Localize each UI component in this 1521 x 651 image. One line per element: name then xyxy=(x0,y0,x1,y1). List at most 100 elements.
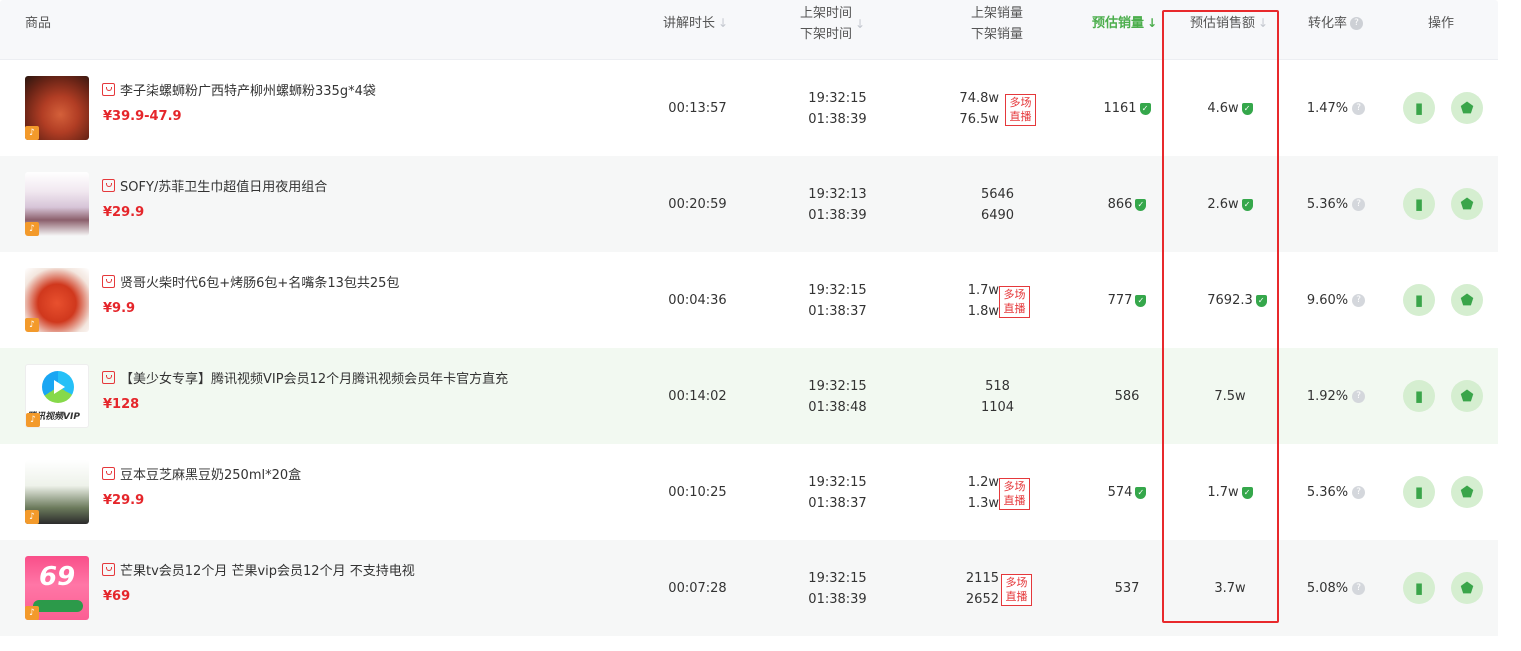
shopping-bag-icon: ⬟ xyxy=(1460,291,1474,309)
conversion-rate: 5.08%? xyxy=(1300,578,1372,599)
product-table: 商品 讲解时长 ↓ 上架时间 下架时间 ↓ 上架销量 下架销量 预估销量 ↓ 预估销… xyxy=(0,0,1498,636)
product-thumbnail[interactable]: 69 ♪ xyxy=(25,556,89,620)
shopping-bag-icon: ⬟ xyxy=(1460,99,1474,117)
shop-button[interactable]: ⬟ xyxy=(1451,188,1483,220)
product-name[interactable]: 李子柒螺蛳粉广西特产柳州螺蛳粉335g*4袋 xyxy=(120,84,376,100)
shop-button[interactable]: ⬟ xyxy=(1451,572,1483,604)
product-name[interactable]: 豆本豆芝麻黑豆奶250ml*20盒 xyxy=(120,468,301,484)
goods-tag-icon xyxy=(102,563,115,576)
goods-tag-icon xyxy=(102,179,115,192)
shelf-time: 19:32:15 01:38:37 xyxy=(808,283,867,319)
est-sales: 777 ✓ xyxy=(1092,290,1162,311)
chart-button[interactable]: ▮ xyxy=(1403,380,1435,412)
shop-button[interactable]: ⬟ xyxy=(1451,284,1483,316)
bar-chart-icon: ▮ xyxy=(1414,291,1424,309)
est-sales: 537 xyxy=(1114,581,1140,596)
product-name[interactable]: 【美少女专享】腾讯视频VIP会员12个月腾讯视频会员年卡官方直充 xyxy=(120,372,508,388)
duration: 00:07:28 xyxy=(668,581,727,596)
mic-icon: ♪ xyxy=(25,510,39,524)
help-icon[interactable]: ? xyxy=(1350,17,1364,30)
sort-arrow-icon[interactable]: ↓ xyxy=(1258,13,1268,34)
est-amount: 1.7w ✓ xyxy=(1185,482,1275,503)
shopping-bag-icon: ⬟ xyxy=(1460,387,1474,405)
conversion-rate: 1.47%? xyxy=(1300,98,1372,119)
product-price: ¥128 xyxy=(103,397,140,412)
mic-icon: ♪ xyxy=(25,606,39,620)
chart-button[interactable]: ▮ xyxy=(1403,476,1435,508)
chart-button[interactable]: ▮ xyxy=(1403,572,1435,604)
product-name[interactable]: 贤哥火柴时代6包+烤肠6包+名嘴条13包共25包 xyxy=(120,276,399,292)
chart-button[interactable]: ▮ xyxy=(1403,92,1435,124)
sort-arrow-icon[interactable]: ↓ xyxy=(718,13,728,34)
product-name[interactable]: 芒果tv会员12个月 芒果vip会员12个月 不支持电视 xyxy=(120,564,415,580)
shelf-time: 19:32:15 01:38:39 xyxy=(808,91,867,127)
table-row[interactable]: ♪ 李子柒螺蛳粉广西特产柳州螺蛳粉335g*4袋 ¥39.9-47.9 00:1… xyxy=(0,60,1498,156)
bar-chart-icon: ▮ xyxy=(1414,483,1424,501)
conversion-rate: 9.60%? xyxy=(1300,290,1372,311)
help-icon[interactable]: ? xyxy=(1352,582,1366,595)
header-actions: 操作 xyxy=(1428,16,1455,31)
shelf-time: 19:32:13 01:38:39 xyxy=(808,187,867,223)
shop-button[interactable]: ⬟ xyxy=(1451,380,1483,412)
help-icon[interactable]: ? xyxy=(1352,294,1366,307)
shopping-bag-icon: ⬟ xyxy=(1460,483,1474,501)
shield-check-icon: ✓ xyxy=(1135,486,1147,499)
chart-button[interactable]: ▮ xyxy=(1403,188,1435,220)
help-icon[interactable]: ? xyxy=(1352,102,1366,115)
est-sales: 586 xyxy=(1114,389,1140,404)
table-row[interactable]: ♪ 豆本豆芝麻黑豆奶250ml*20盒 ¥29.9 00:10:25 19:32… xyxy=(0,444,1498,540)
est-sales: 574 ✓ xyxy=(1092,482,1162,503)
multi-live-tag: 多场 直播 xyxy=(1005,94,1036,126)
conversion-rate: 5.36%? xyxy=(1300,482,1372,503)
shop-button[interactable]: ⬟ xyxy=(1451,92,1483,124)
shelf-time: 19:32:15 01:38:39 xyxy=(808,571,867,607)
shield-check-icon: ✓ xyxy=(1241,486,1253,499)
table-row[interactable]: 腾讯视频VIP ♪ 【美少女专享】腾讯视频VIP会员12个月腾讯视频会员年卡官方直… xyxy=(0,348,1498,444)
shelf-volume: 1.7w 1.8w 多场 直播 xyxy=(940,280,1030,322)
product-thumbnail[interactable]: 腾讯视频VIP ♪ xyxy=(25,364,89,428)
product-thumbnail[interactable]: ♪ xyxy=(25,76,89,140)
goods-tag-icon xyxy=(102,467,115,480)
help-icon[interactable]: ? xyxy=(1352,390,1366,403)
sort-arrow-icon[interactable]: ↓ xyxy=(855,14,865,35)
goods-tag-icon xyxy=(102,371,115,384)
duration: 00:13:57 xyxy=(668,101,727,116)
conversion-rate: 5.36%? xyxy=(1300,194,1372,215)
product-name[interactable]: SOFY/苏菲卫生巾超值日用夜用组合 xyxy=(120,180,327,196)
product-thumbnail[interactable]: ♪ xyxy=(25,268,89,332)
shield-check-icon: ✓ xyxy=(1241,198,1253,211)
shelf-volume: 1.2w 1.3w 多场 直播 xyxy=(940,472,1030,514)
duration: 00:10:25 xyxy=(668,485,727,500)
chart-button[interactable]: ▮ xyxy=(1403,284,1435,316)
thumb-pill xyxy=(33,600,83,612)
product-thumbnail[interactable]: ♪ xyxy=(25,460,89,524)
help-icon[interactable]: ? xyxy=(1352,486,1366,499)
product-price: ¥29.9 xyxy=(103,493,145,508)
multi-live-tag: 多场 直播 xyxy=(1001,574,1032,606)
header-product: 商品 xyxy=(25,16,52,31)
header-duration[interactable]: 讲解时长 ↓ xyxy=(663,13,728,34)
table-row[interactable]: 69 ♪ 芒果tv会员12个月 芒果vip会员12个月 不支持电视 ¥69 00:… xyxy=(0,540,1498,636)
shelf-time: 19:32:15 01:38:37 xyxy=(808,475,867,511)
product-thumbnail[interactable]: ♪ xyxy=(25,172,89,236)
shield-check-icon: ✓ xyxy=(1139,102,1151,115)
mic-icon: ♪ xyxy=(25,126,39,140)
table-row[interactable]: ♪ 贤哥火柴时代6包+烤肠6包+名嘴条13包共25包 ¥9.9 00:04:36… xyxy=(0,252,1498,348)
header-shelf-time[interactable]: 上架时间 下架时间 ↓ xyxy=(800,3,865,45)
bar-chart-icon: ▮ xyxy=(1414,99,1424,117)
header-est-amount[interactable]: 预估销售额 ↓ xyxy=(1190,13,1268,34)
est-amount: 4.6w ✓ xyxy=(1185,98,1275,119)
table-row[interactable]: ♪ SOFY/苏菲卫生巾超值日用夜用组合 ¥29.9 00:20:59 19:3… xyxy=(0,156,1498,252)
est-sales: 1161 ✓ xyxy=(1092,98,1162,119)
header-est-sales[interactable]: 预估销量 ↓ xyxy=(1092,13,1157,34)
goods-tag-icon xyxy=(102,83,115,96)
duration: 00:14:02 xyxy=(668,389,727,404)
header-shelf-volume: 上架销量 下架销量 xyxy=(971,6,1024,42)
shelf-volume: 518 1104 xyxy=(980,379,1015,415)
goods-tag-icon xyxy=(102,275,115,288)
shelf-time: 19:32:15 01:38:48 xyxy=(808,379,867,415)
header-conversion: 转化率? xyxy=(1308,13,1364,34)
sort-arrow-icon[interactable]: ↓ xyxy=(1147,13,1157,34)
shop-button[interactable]: ⬟ xyxy=(1451,476,1483,508)
help-icon[interactable]: ? xyxy=(1352,198,1366,211)
